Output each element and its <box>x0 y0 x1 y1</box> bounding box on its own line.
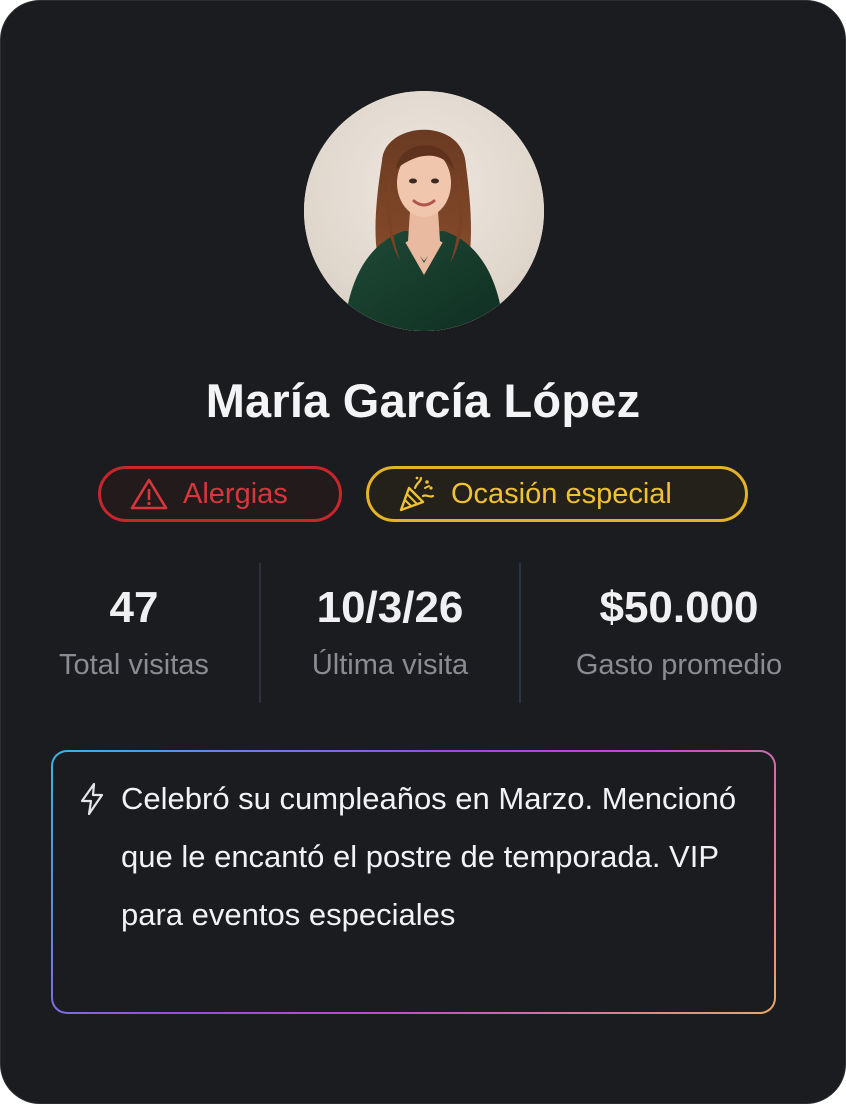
stat-average-spend: $50.000 Gasto promedio <box>521 563 837 703</box>
portrait-image <box>304 91 544 331</box>
stat-value: 47 <box>109 583 159 632</box>
lightning-bolt-icon <box>79 782 105 821</box>
customer-name: María García López <box>205 374 641 427</box>
customer-note: Celebró su cumpleaños en Marzo. Mencionó… <box>51 750 776 1014</box>
stat-label: Última visita <box>311 649 469 681</box>
avatar <box>304 91 544 331</box>
stat-divider <box>259 563 261 703</box>
customer-profile-card: María García López Alergias Ocasión espe… <box>0 0 846 1104</box>
badge-row: Alergias Ocasión especial <box>1 466 845 522</box>
allergies-badge[interactable]: Alergias <box>98 466 342 522</box>
customer-note-body: Celebró su cumpleaños en Marzo. Mencionó… <box>53 752 774 1012</box>
stat-last-visit: 10/3/26 Última visita <box>261 563 519 703</box>
stat-value: $50.000 <box>599 583 759 632</box>
customer-note-text: Celebró su cumpleaños en Marzo. Mencionó… <box>121 781 737 932</box>
special-occasion-badge[interactable]: Ocasión especial <box>366 466 748 522</box>
stat-label: Gasto promedio <box>575 649 783 681</box>
allergies-badge-label: Alergias <box>183 477 288 510</box>
stat-value: 10/3/26 <box>316 583 464 632</box>
stat-label: Total visitas <box>59 649 209 681</box>
stats-row: 47 Total visitas 10/3/26 Última visita $… <box>1 563 846 703</box>
special-occasion-badge-label: Ocasión especial <box>451 477 672 510</box>
stat-total-visits: 47 Total visitas <box>5 563 263 703</box>
party-popper-icon <box>397 474 437 514</box>
stat-divider <box>519 563 521 703</box>
warning-triangle-icon <box>129 477 169 511</box>
